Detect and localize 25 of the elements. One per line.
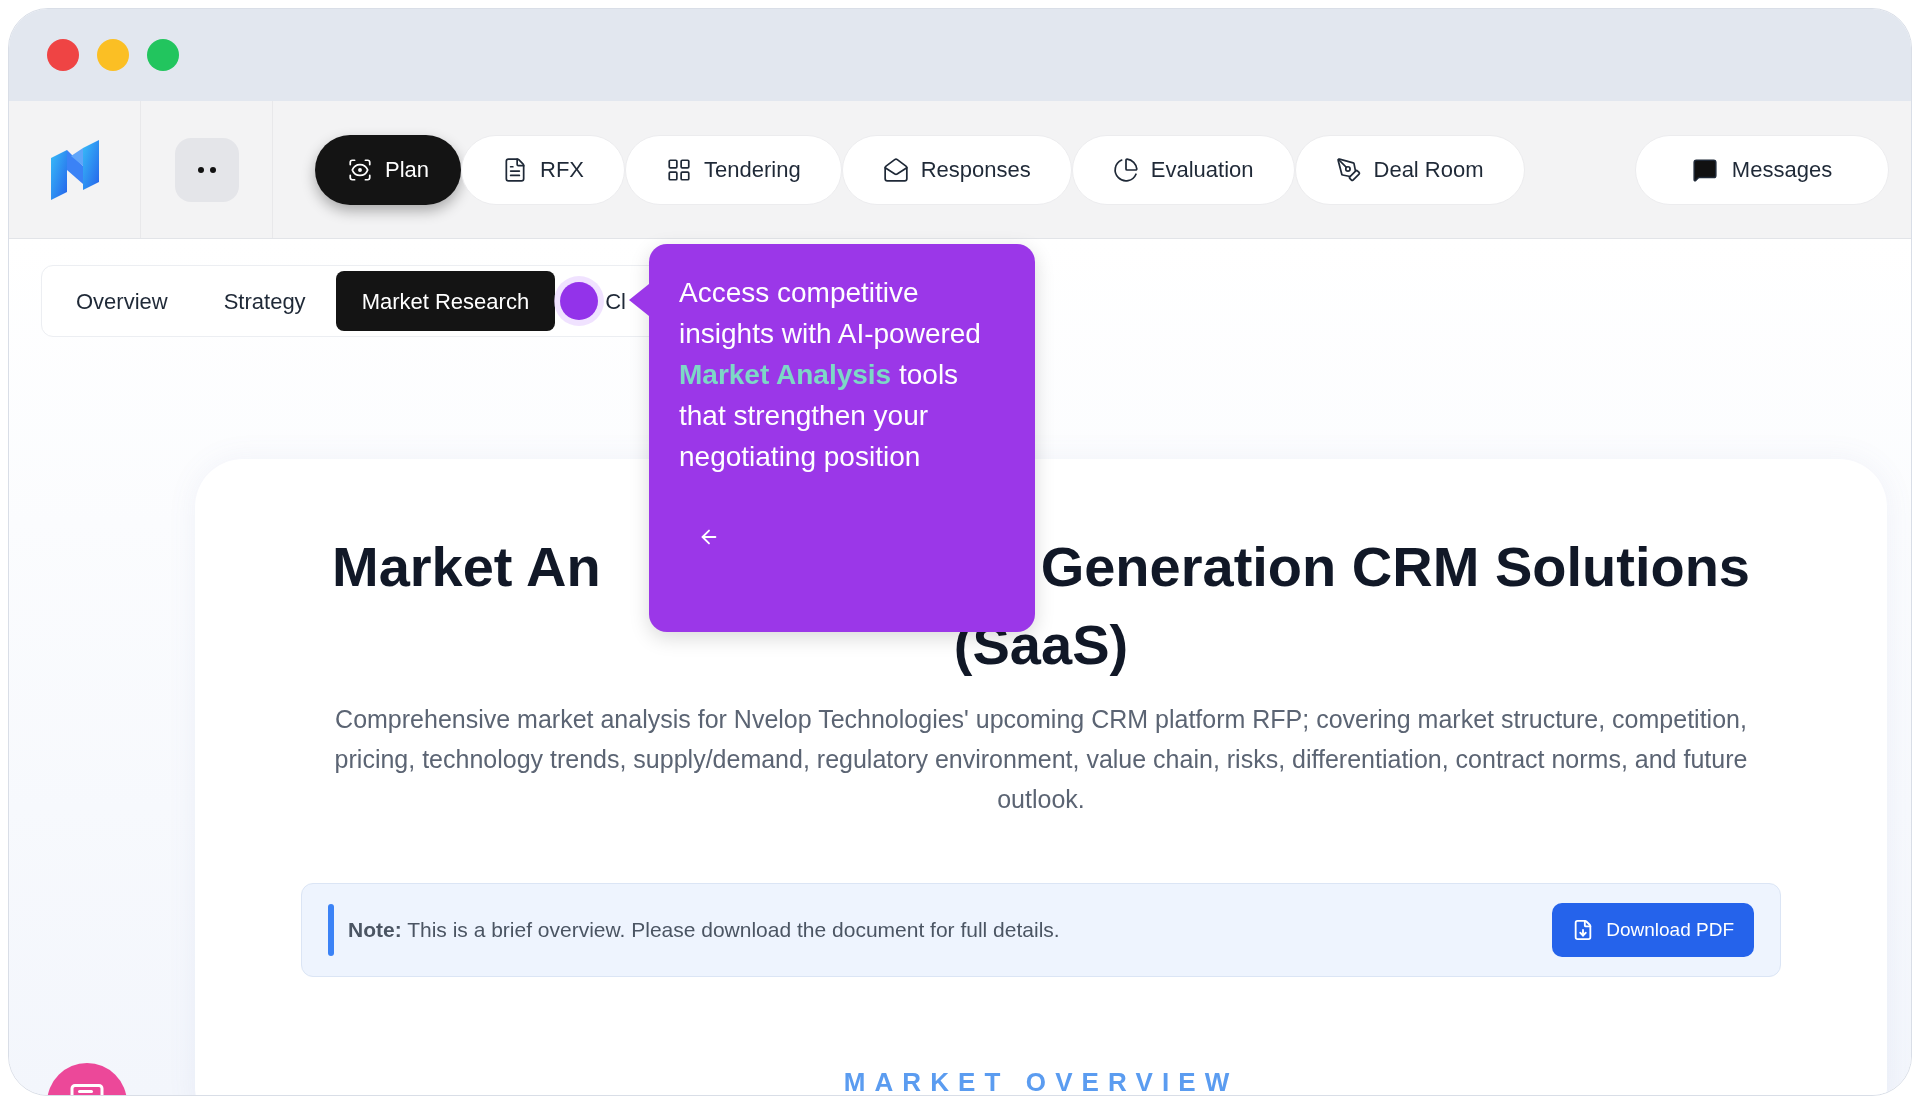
section-heading: MARKET OVERVIEW bbox=[843, 1066, 1239, 1095]
nav-tab[interactable]: Plan bbox=[315, 134, 462, 205]
chat-icon bbox=[1691, 156, 1718, 183]
tab-icon bbox=[882, 156, 909, 183]
accent-bar bbox=[328, 904, 334, 956]
report-description: Comprehensive market analysis for Nvelop Technologies' upcoming CRM platform RFP; covering market structure, competition, pricing, technology trends, supply/demand, regulatory environment, value chain, risks, differentiation, contract norms, and future outlook. bbox=[333, 704, 1749, 815]
download-pdf-button[interactable]: Download PDF bbox=[1552, 903, 1754, 957]
nav-tab[interactable]: Evaluation bbox=[1071, 134, 1295, 205]
tab-icon bbox=[666, 156, 693, 183]
report-title: Market An bbox=[332, 534, 601, 600]
section-tab[interactable]: Cl bbox=[603, 271, 628, 331]
report-title: Generation CRM Solutions bbox=[1040, 534, 1750, 600]
tab-icon bbox=[347, 156, 373, 183]
section-tab[interactable]: Market Research bbox=[335, 271, 556, 331]
nav-tab[interactable]: Tendering bbox=[625, 134, 842, 205]
section-tab[interactable]: Strategy bbox=[197, 271, 332, 331]
section-tab[interactable]: Overview bbox=[50, 271, 194, 331]
nav-tab[interactable]: Responses bbox=[841, 134, 1072, 205]
nav-tab[interactable]: RFX bbox=[461, 134, 626, 205]
tooltip-text: Access competitive insights with AI-powered Market Analysis tools that strengthen your negotiating position bbox=[679, 276, 982, 474]
messages-button[interactable]: Messages bbox=[1635, 134, 1889, 205]
note-text: Note: This is a brief overview. Please download the document for full details. bbox=[348, 917, 1060, 944]
tab-icon bbox=[1112, 156, 1139, 183]
tab-icon bbox=[1335, 156, 1362, 183]
nav-tab[interactable]: Deal Room bbox=[1294, 134, 1525, 205]
